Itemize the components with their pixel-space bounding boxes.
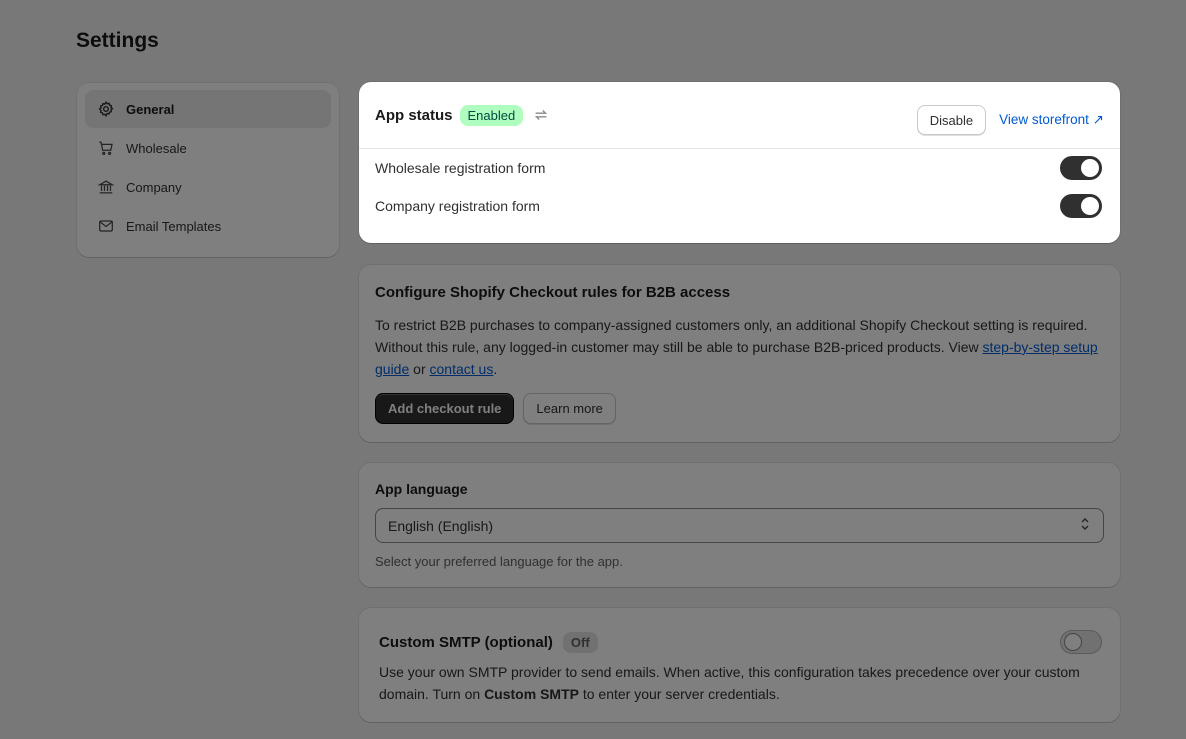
wholesale-registration-toggle[interactable] bbox=[1060, 156, 1102, 180]
checkout-rules-card: Configure Shopify Checkout rules for B2B… bbox=[359, 265, 1120, 442]
sidebar-item-company[interactable]: Company bbox=[85, 168, 331, 206]
sidebar-item-label: Email Templates bbox=[126, 218, 222, 234]
smtp-status-badge: Off bbox=[562, 631, 598, 653]
view-storefront-link[interactable]: View storefront ↗ bbox=[999, 112, 1104, 128]
learn-more-button[interactable]: Learn more bbox=[523, 393, 616, 424]
wholesale-registration-row: Wholesale registration form bbox=[359, 149, 1120, 187]
custom-smtp-description: Use your own SMTP provider to send email… bbox=[379, 664, 1080, 702]
mail-icon bbox=[97, 217, 115, 235]
checkout-rules-description: To restrict B2B purchases to company-ass… bbox=[375, 317, 1098, 377]
language-select-value: English (English) bbox=[388, 517, 494, 534]
bank-icon bbox=[97, 178, 115, 196]
cart-icon bbox=[97, 139, 115, 157]
disable-button[interactable]: Disable bbox=[916, 105, 987, 135]
custom-smtp-card: Custom SMTP (optional) Off Use your own … bbox=[359, 608, 1120, 722]
custom-smtp-toggle[interactable] bbox=[1060, 630, 1102, 654]
page-title: Settings bbox=[76, 29, 159, 52]
checkout-rules-title: Configure Shopify Checkout rules for B2B… bbox=[375, 284, 731, 301]
sidebar-item-wholesale[interactable]: Wholesale bbox=[85, 129, 331, 167]
chevron-updown-icon bbox=[1079, 516, 1091, 535]
app-language-card: App language English (English) Select yo… bbox=[359, 463, 1120, 587]
sidebar-item-label: Wholesale bbox=[126, 140, 187, 156]
settings-sidebar: General Wholesale Company Email Template… bbox=[77, 83, 339, 257]
language-help-text: Select your preferred language for the a… bbox=[375, 554, 623, 569]
sidebar-item-general[interactable]: General bbox=[85, 90, 331, 128]
contact-us-link[interactable]: contact us bbox=[430, 361, 494, 377]
app-language-label: App language bbox=[375, 481, 468, 497]
app-status-title: App status bbox=[375, 106, 453, 124]
sidebar-item-email-templates[interactable]: Email Templates bbox=[85, 207, 331, 245]
language-select[interactable]: English (English) bbox=[375, 508, 1104, 543]
status-badge: Enabled bbox=[459, 104, 524, 126]
custom-smtp-title: Custom SMTP (optional) bbox=[379, 633, 553, 651]
gear-icon bbox=[97, 100, 115, 118]
company-registration-row: Company registration form bbox=[359, 187, 1120, 225]
company-registration-toggle[interactable] bbox=[1060, 194, 1102, 218]
app-status-card: App status Enabled Disable View storefro… bbox=[359, 82, 1120, 243]
toggle-label: Company registration form bbox=[375, 198, 540, 214]
app-status-header: App status Enabled Disable View storefro… bbox=[359, 82, 1120, 149]
sidebar-item-label: General bbox=[126, 101, 175, 117]
sidebar-item-label: Company bbox=[126, 179, 182, 195]
toggle-label: Wholesale registration form bbox=[375, 160, 546, 176]
add-checkout-rule-button[interactable]: Add checkout rule bbox=[375, 393, 515, 424]
refresh-icon[interactable] bbox=[532, 106, 550, 124]
